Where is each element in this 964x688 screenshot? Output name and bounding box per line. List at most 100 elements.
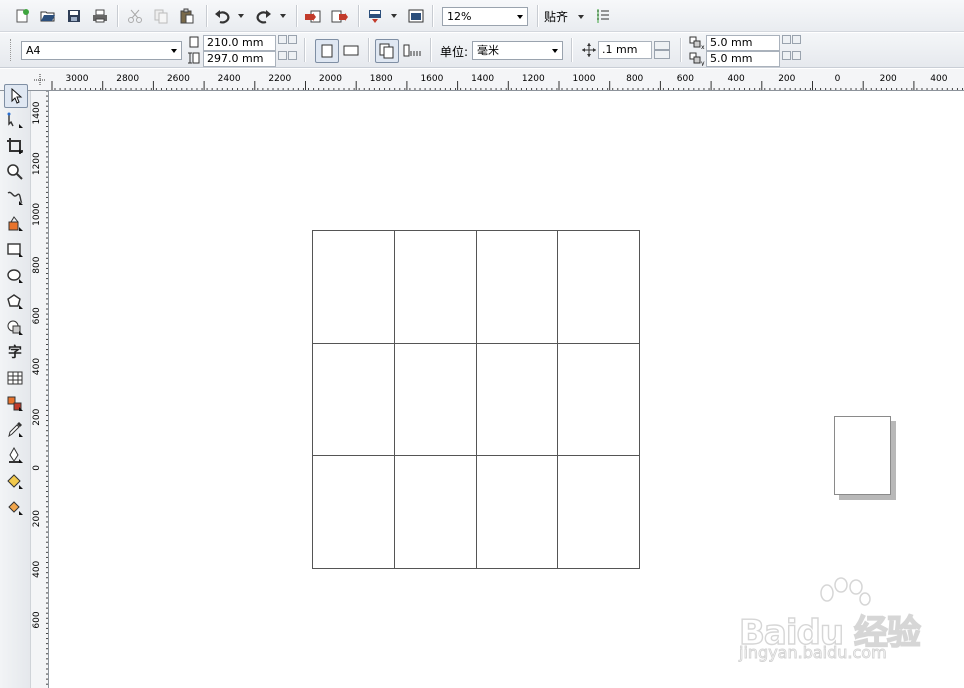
ruler-tick-label: 0	[835, 74, 841, 84]
width-spin-up-icon[interactable]	[278, 35, 287, 44]
new-doc-icon[interactable]	[11, 5, 33, 27]
rectangle-tool-icon[interactable]	[4, 239, 26, 261]
watermark-url: jingyan.baidu.com	[739, 643, 888, 663]
ruler-tick-label: 3000	[66, 74, 89, 84]
table-cell[interactable]	[476, 343, 558, 456]
basic-shapes-icon[interactable]	[4, 317, 26, 339]
table-cell[interactable]	[394, 230, 477, 344]
copy-icon[interactable]	[150, 5, 172, 27]
ruler-tick-label: 2000	[319, 74, 342, 84]
ruler-tick-label: 200	[32, 408, 42, 425]
ruler-tick-label: 2600	[167, 74, 190, 84]
dup-x-spin-up-icon[interactable]	[782, 35, 791, 44]
unit-select[interactable]: 毫米	[472, 41, 563, 60]
zoom-tool-icon[interactable]	[4, 161, 26, 183]
zoom-level-value: 12%	[447, 10, 472, 23]
print-icon[interactable]	[89, 5, 111, 27]
portrait-icon[interactable]	[315, 39, 339, 63]
height-spin-up-icon[interactable]	[278, 51, 287, 60]
freehand-tool-icon[interactable]	[4, 187, 26, 209]
crop-tool-icon[interactable]	[4, 135, 26, 157]
height-spin-down-icon[interactable]	[288, 51, 297, 60]
current-page-icon[interactable]	[401, 39, 423, 61]
nudge-value: .1 mm	[602, 43, 638, 56]
dup-y-spin-down-icon[interactable]	[792, 51, 801, 60]
ruler-tick-label: 1000	[32, 203, 42, 226]
dup-y-spin-up-icon[interactable]	[782, 51, 791, 60]
undo-dropdown-icon[interactable]	[236, 10, 246, 22]
table-cell[interactable]	[394, 455, 477, 569]
svg-text:x: x	[701, 44, 705, 50]
horizontal-ruler-ticks: 3000 2800 2600 2400 2200 2000 1800 1600 1400 1200…	[51, 74, 964, 90]
paste-icon[interactable]	[176, 5, 198, 27]
chevron-down-icon	[548, 42, 562, 59]
ruler-tick-label: 600	[32, 611, 42, 628]
horizontal-ruler[interactable]: 3000 2800 2600 2400 2200 2000 1800 1600 1400 1200…	[0, 69, 964, 91]
table-cell[interactable]	[476, 455, 558, 569]
duplicate-x-input[interactable]: 5.0 mm	[706, 35, 780, 51]
duplicate-y-input[interactable]: 5.0 mm	[706, 51, 780, 67]
eyedropper-icon[interactable]	[4, 419, 26, 441]
all-pages-icon[interactable]	[375, 39, 399, 63]
app-launcher-icon[interactable]	[364, 5, 386, 27]
nudge-spin-down-icon[interactable]	[654, 50, 670, 59]
polygon-tool-icon[interactable]	[4, 291, 26, 313]
table-cell[interactable]	[312, 343, 395, 456]
snap-to-button[interactable]: 贴齐	[541, 5, 589, 27]
interactive-fill-icon[interactable]	[4, 497, 26, 519]
ruler-tick-label: 1000	[573, 74, 596, 84]
ruler-tick-label: 200	[880, 74, 897, 84]
table-grid[interactable]	[312, 230, 640, 569]
redo-icon[interactable]	[252, 5, 274, 27]
full-screen-icon[interactable]	[405, 5, 427, 27]
page-width-value: 210.0 mm	[207, 36, 264, 49]
nudge-input[interactable]: .1 mm	[598, 41, 652, 59]
ruler-tick-label: 800	[626, 74, 643, 84]
page-width-icon	[187, 35, 201, 49]
chevron-down-icon	[167, 42, 181, 59]
page-border	[834, 416, 891, 495]
pick-tool-icon[interactable]	[4, 84, 28, 108]
shape-tool-icon[interactable]	[4, 110, 26, 132]
cut-icon[interactable]	[124, 5, 146, 27]
vertical-ruler[interactable]: 1400 1200 1000 800 600 400 200 0 200 400 600	[31, 91, 49, 688]
snap-to-label: 贴齐	[544, 9, 569, 24]
duplicate-x-icon: x	[689, 35, 705, 50]
export-icon[interactable]	[328, 5, 350, 27]
table-cell[interactable]	[476, 230, 558, 344]
ruler-tick-label: 200	[778, 74, 795, 84]
width-spin-down-icon[interactable]	[288, 35, 297, 44]
dup-x-spin-down-icon[interactable]	[792, 35, 801, 44]
page-width-input[interactable]: 210.0 mm	[203, 35, 276, 51]
table-cell[interactable]	[557, 455, 640, 569]
app-launcher-dropdown-icon[interactable]	[389, 10, 399, 22]
text-tool-icon[interactable]: 字	[4, 341, 26, 363]
ruler-tick-label: 400	[728, 74, 745, 84]
save-icon[interactable]	[63, 5, 85, 27]
table-cell[interactable]	[312, 455, 395, 569]
grip	[10, 39, 14, 61]
interactive-tool-icon[interactable]	[4, 393, 26, 415]
import-icon[interactable]	[302, 5, 324, 27]
table-cell[interactable]	[394, 343, 477, 456]
nudge-spin-up-icon[interactable]	[654, 41, 670, 50]
fill-tool-icon[interactable]	[4, 471, 26, 493]
snap-options-icon[interactable]	[592, 5, 614, 27]
smart-fill-icon[interactable]	[4, 213, 26, 235]
table-cell[interactable]	[557, 343, 640, 456]
open-icon[interactable]	[37, 5, 59, 27]
zoom-level-select[interactable]: 12%	[442, 7, 528, 26]
table-cell[interactable]	[557, 230, 640, 344]
drawing-canvas[interactable]: Baidu 经验 jingyan.baidu.com	[49, 91, 964, 688]
landscape-icon[interactable]	[340, 39, 362, 61]
ellipse-tool-icon[interactable]	[4, 265, 26, 287]
ruler-tick-label: 400	[32, 358, 42, 375]
property-bar: A4 210.0 mm 297.0 mm 单位: 毫米 .1 mm x 5.0 …	[0, 33, 964, 68]
redo-dropdown-icon[interactable]	[278, 10, 288, 22]
table-tool-icon[interactable]	[4, 367, 26, 389]
undo-icon[interactable]	[212, 5, 234, 27]
page-size-select[interactable]: A4	[21, 41, 182, 60]
outline-pen-icon[interactable]	[4, 445, 26, 467]
page-height-input[interactable]: 297.0 mm	[203, 51, 276, 67]
table-cell[interactable]	[312, 230, 395, 344]
